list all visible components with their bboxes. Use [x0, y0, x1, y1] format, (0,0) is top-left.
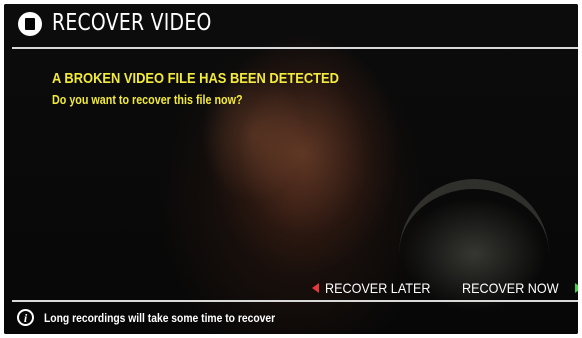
info-icon: i: [17, 309, 34, 326]
footer-divider: [12, 300, 578, 302]
recover-later-button[interactable]: RECOVER LATER: [312, 278, 442, 298]
dialog-title: RECOVER VIDEO: [52, 10, 212, 36]
warning-title: A BROKEN VIDEO FILE HAS BEEN DETECTED: [52, 70, 339, 87]
header-divider: [12, 47, 578, 49]
dialog-header: RECOVER VIDEO: [4, 4, 578, 44]
recover-now-label: RECOVER NOW: [462, 280, 559, 296]
recover-later-label: RECOVER LATER: [325, 280, 431, 296]
recover-now-button[interactable]: RECOVER NOW: [462, 278, 578, 298]
info-message: Long recordings will take some time to r…: [44, 311, 276, 325]
camera-stop-icon: [18, 12, 42, 36]
recover-video-dialog: RECOVER VIDEO A BROKEN VIDEO FILE HAS BE…: [4, 4, 578, 334]
warning-question: Do you want to recover this file now?: [52, 93, 243, 107]
chevron-left-icon: [312, 283, 319, 293]
chevron-right-icon: [575, 283, 578, 293]
